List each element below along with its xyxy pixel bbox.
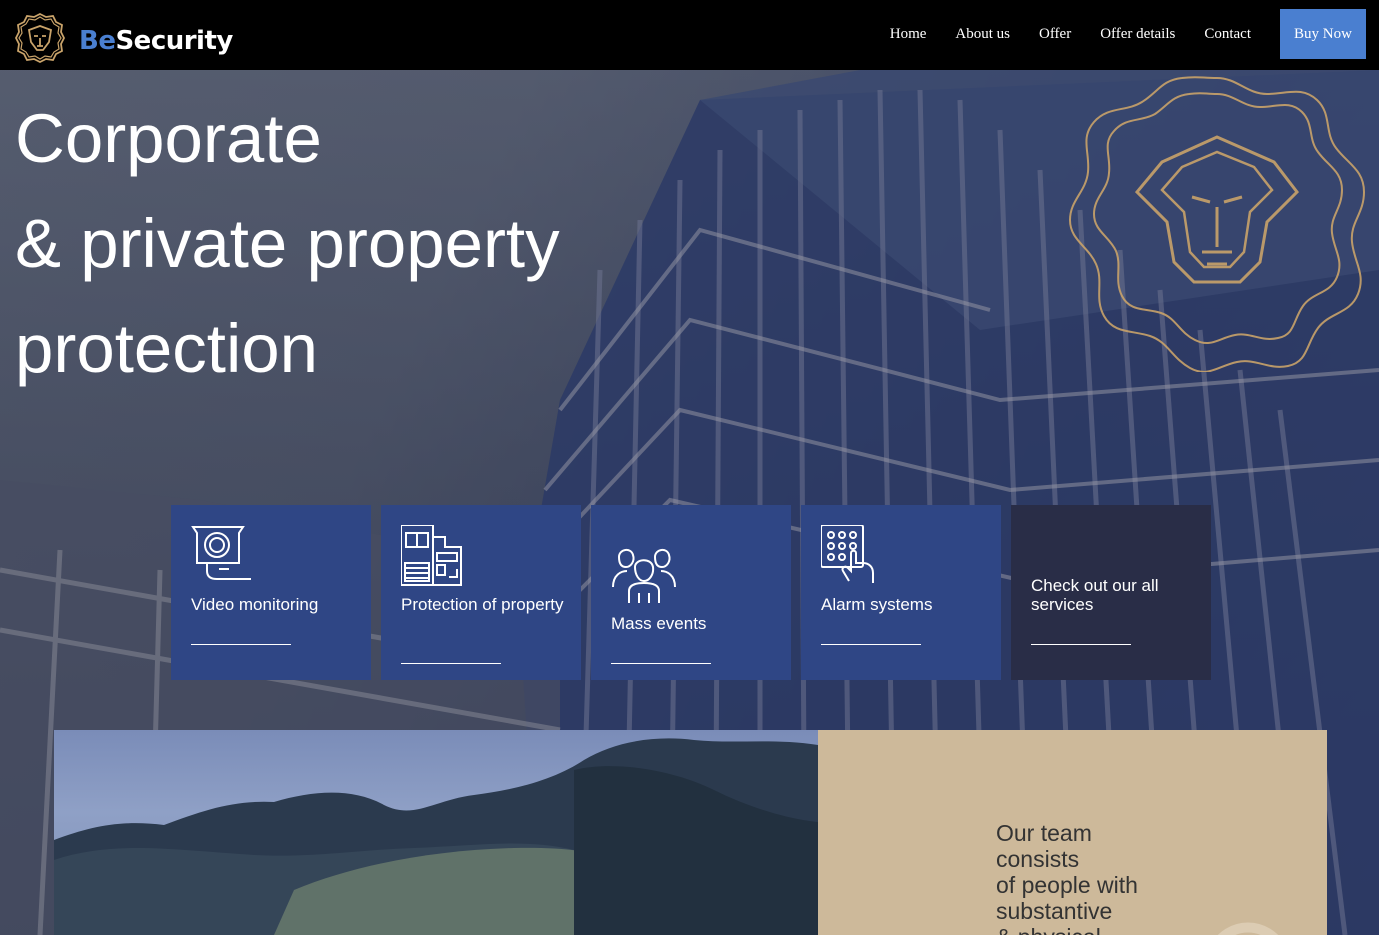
- team-description: Our team consists of people with substan…: [996, 820, 1138, 935]
- service-card-mass-events[interactable]: Mass events: [591, 505, 791, 680]
- service-label: Mass events: [611, 614, 707, 633]
- card-divider: [611, 663, 711, 664]
- hero-title-line-1: Corporate: [15, 100, 322, 177]
- lion-emblem-icon: [1062, 72, 1372, 377]
- nav-offer-details[interactable]: Offer details: [1100, 26, 1175, 43]
- service-card-alarm-systems[interactable]: Alarm systems: [801, 505, 1001, 680]
- team-text-line: & physical: [996, 924, 1138, 935]
- service-card-all-services[interactable]: Check out our all services: [1011, 505, 1211, 680]
- service-label: Protection of property: [401, 595, 564, 614]
- team-text-line: consists: [996, 846, 1080, 872]
- decorative-arc-icon: [1217, 922, 1279, 935]
- hero-title-line-3: protection: [15, 310, 319, 387]
- card-divider: [821, 644, 921, 645]
- team-text-line: of people with: [996, 872, 1138, 898]
- service-label: Alarm systems: [821, 595, 933, 614]
- card-divider: [1031, 644, 1131, 645]
- keypad-icon: [820, 524, 883, 592]
- people-icon: [611, 543, 677, 610]
- service-card-video-monitoring[interactable]: Video monitoring: [171, 505, 371, 680]
- team-text-line: Our team: [996, 820, 1092, 846]
- all-services-label: Check out our all services: [1031, 576, 1159, 614]
- team-text-line: substantive: [996, 898, 1113, 924]
- services-cards: Video monitoring Protection of property: [171, 505, 1221, 680]
- nav-contact[interactable]: Contact: [1204, 26, 1251, 43]
- camera-icon: [191, 525, 253, 592]
- team-photo: [54, 730, 818, 935]
- nav-home[interactable]: Home: [890, 26, 927, 43]
- team-panel: Our team consists of people with substan…: [818, 730, 1327, 935]
- service-card-protection-of-property[interactable]: Protection of property: [381, 505, 581, 680]
- card-divider: [401, 663, 501, 664]
- brand-name-part1: Be: [79, 25, 116, 56]
- hero-title-line-2: & private property: [15, 205, 560, 282]
- nav-menu: Home About us Offer Offer details Contac…: [890, 9, 1366, 59]
- buy-now-button[interactable]: Buy Now: [1280, 9, 1366, 59]
- nav-about-us[interactable]: About us: [955, 26, 1010, 43]
- brand-name: BeSecurity: [79, 26, 233, 56]
- nav-offer[interactable]: Offer: [1039, 26, 1071, 43]
- hero-title: Corporate & private property protection: [15, 86, 560, 401]
- card-divider: [191, 644, 291, 645]
- lion-shield-icon: [14, 12, 66, 69]
- service-label: Video monitoring: [191, 595, 319, 614]
- brand-logo[interactable]: BeSecurity: [14, 12, 233, 69]
- building-icon: [400, 524, 463, 592]
- brand-name-part2: Security: [115, 25, 233, 56]
- top-navbar: BeSecurity Home About us Offer Offer det…: [0, 0, 1379, 70]
